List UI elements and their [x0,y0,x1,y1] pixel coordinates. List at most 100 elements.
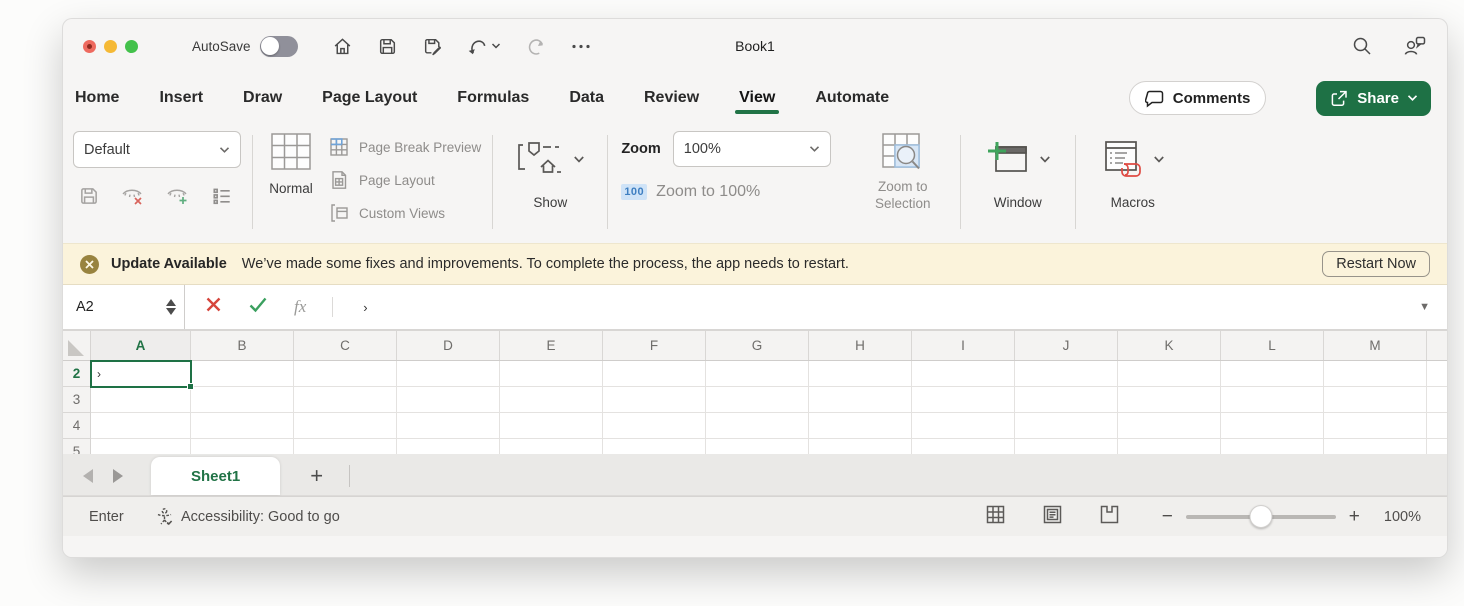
cell-G3[interactable] [706,387,809,413]
cell-E5[interactable] [500,439,603,454]
cell-M4[interactable] [1324,413,1427,439]
expand-formula-bar-button[interactable]: ▼ [1419,301,1447,313]
undo-button[interactable] [467,36,501,57]
page-break-preview-button[interactable]: Page Break Preview [328,133,481,161]
cell-B5[interactable] [191,439,294,454]
tab-draw[interactable]: Draw [241,78,284,118]
insert-function-button[interactable]: fx [294,297,306,317]
page-break-status-button[interactable] [1099,504,1120,530]
page-layout-status-button[interactable] [1042,504,1063,530]
cell-E2[interactable] [500,361,603,387]
cell-E3[interactable] [500,387,603,413]
cancel-entry-button[interactable] [205,296,222,318]
custom-views-button[interactable]: Custom Views [328,199,481,227]
sheet-tab-sheet1[interactable]: Sheet1 [151,457,280,495]
minimize-window-button[interactable] [104,40,117,53]
page-layout-view-button[interactable]: Page Layout [328,166,481,194]
cell-M5[interactable] [1324,439,1427,454]
tab-automate[interactable]: Automate [813,78,891,118]
column-header-L[interactable]: L [1221,331,1324,360]
column-header-E[interactable]: E [500,331,603,360]
cell-H2[interactable] [809,361,912,387]
accessibility-checker[interactable]: Accessibility: Good to go [155,507,340,526]
share-button[interactable]: Share [1316,81,1431,116]
accept-entry-button[interactable] [248,296,268,318]
tab-page-layout[interactable]: Page Layout [320,78,419,118]
zoom-window-button[interactable] [125,40,138,53]
exit-sheet-view-button[interactable] [121,185,145,212]
cell-C5[interactable] [294,439,397,454]
row-header-5[interactable]: 5 [63,439,91,454]
cell-I5[interactable] [912,439,1015,454]
tab-insert[interactable]: Insert [157,78,205,118]
cell-D4[interactable] [397,413,500,439]
prev-sheet-arrow[interactable] [83,469,93,483]
column-header-I[interactable]: I [912,331,1015,360]
cell-J2[interactable] [1015,361,1118,387]
normal-view-status-button[interactable] [985,504,1006,530]
column-header-J[interactable]: J [1015,331,1118,360]
cell-B4[interactable] [191,413,294,439]
cell-I3[interactable] [912,387,1015,413]
column-header-C[interactable]: C [294,331,397,360]
cell-M3[interactable] [1324,387,1427,413]
column-header-A[interactable]: A [91,331,191,360]
select-all-corner[interactable] [63,331,91,360]
cell-J4[interactable] [1015,413,1118,439]
zoom-out-button[interactable]: − [1162,507,1173,526]
cell-K3[interactable] [1118,387,1221,413]
cell-M2[interactable] [1324,361,1427,387]
autosave-toggle[interactable] [260,36,298,57]
column-header-K[interactable]: K [1118,331,1221,360]
cell-C4[interactable] [294,413,397,439]
next-sheet-arrow[interactable] [113,469,123,483]
cell-D3[interactable] [397,387,500,413]
zoom-in-button[interactable]: + [1349,507,1360,526]
cell-L2[interactable] [1221,361,1324,387]
cell-H5[interactable] [809,439,912,454]
more-commands-button[interactable] [570,36,592,57]
cell-F3[interactable] [603,387,706,413]
tab-formulas[interactable]: Formulas [455,78,531,118]
cell-J3[interactable] [1015,387,1118,413]
new-sheet-view-button[interactable] [166,185,190,212]
tab-data[interactable]: Data [567,78,606,118]
tab-view[interactable]: View [737,78,777,118]
column-header-B[interactable]: B [191,331,294,360]
cell-I4[interactable] [912,413,1015,439]
cell-K2[interactable] [1118,361,1221,387]
zoom-dropdown[interactable]: 100% [673,131,831,167]
cell-F4[interactable] [603,413,706,439]
cell-L3[interactable] [1221,387,1324,413]
cell-G5[interactable] [706,439,809,454]
save-as-button[interactable] [422,36,443,57]
cell-F2[interactable] [603,361,706,387]
show-group[interactable]: Show [504,131,596,233]
home-button[interactable] [332,36,353,57]
worksheet-grid[interactable]: ABCDEFGHIJKLM 2345 › [63,331,1447,454]
close-window-button[interactable] [83,40,96,53]
column-header-H[interactable]: H [809,331,912,360]
presence-button[interactable] [1403,35,1427,57]
cell-D5[interactable] [397,439,500,454]
restart-now-button[interactable]: Restart Now [1322,251,1430,277]
macros-group[interactable]: Macros [1087,131,1179,233]
save-button[interactable] [377,36,398,57]
tab-home[interactable]: Home [73,78,121,118]
zoom-to-100-button[interactable]: 100 Zoom to 100% [621,183,830,201]
row-header-2[interactable]: 2 [63,361,91,387]
search-button[interactable] [1351,35,1373,57]
column-header-G[interactable]: G [706,331,809,360]
fill-handle[interactable] [187,383,194,390]
cell-H3[interactable] [809,387,912,413]
row-header-3[interactable]: 3 [63,387,91,413]
add-sheet-button[interactable]: + [310,465,323,487]
window-group[interactable]: Window [972,131,1064,233]
zoom-slider-thumb[interactable] [1249,505,1272,528]
name-box[interactable]: A2 [63,285,185,329]
cell-H4[interactable] [809,413,912,439]
column-header-D[interactable]: D [397,331,500,360]
name-box-spinner[interactable] [166,299,176,315]
sheet-view-dropdown[interactable]: Default [73,131,241,168]
cell-F5[interactable] [603,439,706,454]
